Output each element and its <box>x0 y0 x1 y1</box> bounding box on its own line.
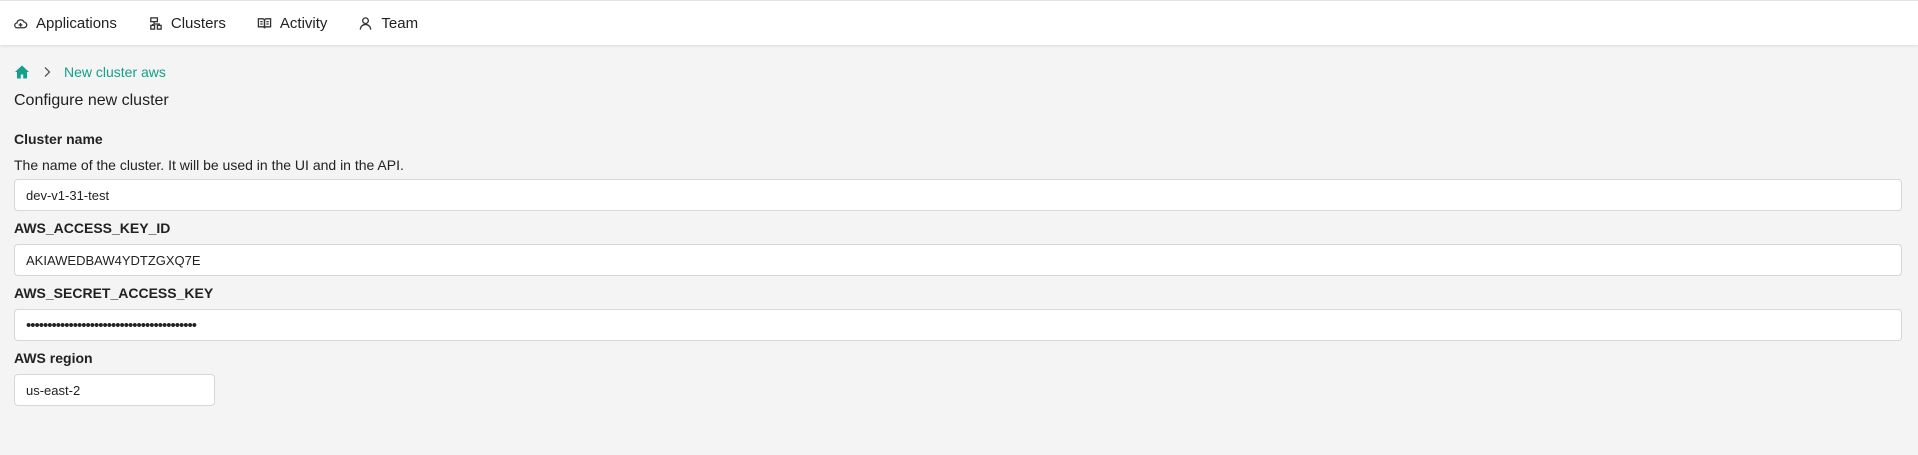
nav-item-activity[interactable]: Activity <box>257 14 328 32</box>
secret-key-input[interactable] <box>14 309 1902 341</box>
home-icon[interactable] <box>14 64 30 80</box>
nav-item-applications[interactable]: Applications <box>13 15 117 32</box>
top-navigation: Applications Clusters Activity Team <box>0 0 1918 45</box>
user-icon <box>360 16 372 30</box>
cloud-icon <box>14 18 28 28</box>
cluster-name-label: Cluster name <box>14 131 103 147</box>
secret-key-group: AWS_SECRET_ACCESS_KEY <box>14 285 1904 341</box>
access-key-input[interactable] <box>14 244 1902 276</box>
chevron-right-icon <box>44 67 51 77</box>
page-title: Configure new cluster <box>14 92 169 109</box>
nav-item-label: Team <box>381 14 419 32</box>
nav-item-label: Activity <box>279 14 328 32</box>
book-icon <box>257 17 272 28</box>
nav-item-team[interactable]: Team <box>358 15 418 32</box>
region-label: AWS region <box>14 350 93 366</box>
breadcrumb: New cluster aws <box>14 64 1904 80</box>
main-content: New cluster aws Configure new cluster Cl… <box>0 64 1918 406</box>
nav-item-label: Clusters <box>170 14 226 32</box>
cluster-name-description: The name of the cluster. It will be used… <box>14 157 404 173</box>
region-group: AWS region <box>14 350 1904 406</box>
access-key-group: AWS_ACCESS_KEY_ID <box>14 220 1904 276</box>
secret-key-label: AWS_SECRET_ACCESS_KEY <box>14 285 214 301</box>
access-key-label: AWS_ACCESS_KEY_ID <box>14 220 171 236</box>
cluster-name-input[interactable] <box>14 179 1902 211</box>
cluster-icon <box>150 16 162 30</box>
cluster-name-group: Cluster name The name of the cluster. It… <box>14 131 1904 211</box>
breadcrumb-current[interactable]: New cluster aws <box>64 64 166 80</box>
nav-item-clusters[interactable]: Clusters <box>148 15 226 32</box>
region-input[interactable] <box>14 374 215 406</box>
nav-item-label: Applications <box>36 14 117 32</box>
